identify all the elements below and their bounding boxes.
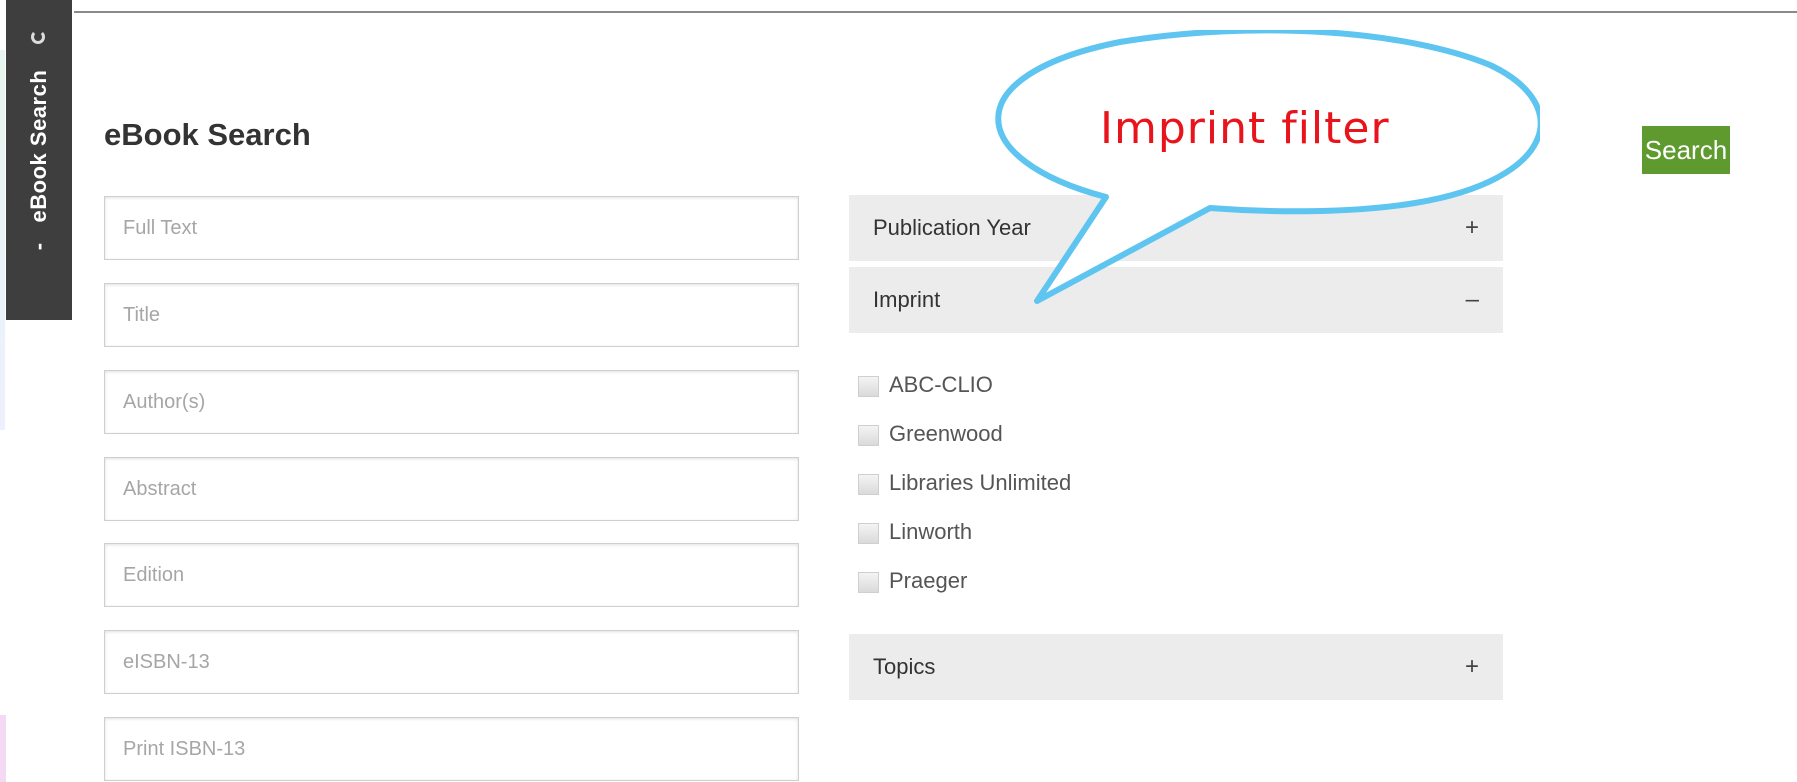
- imprint-option-label: Greenwood: [889, 420, 1003, 446]
- collapse-icon: –: [1465, 286, 1479, 313]
- collapse-glyph: -: [26, 242, 51, 251]
- expand-icon: +: [1464, 214, 1479, 241]
- edge-decoration: [0, 715, 6, 782]
- imprint-option-label: Libraries Unlimited: [889, 469, 1072, 495]
- edition-input[interactable]: [104, 543, 799, 607]
- page-title: eBook Search: [104, 117, 311, 152]
- facet-topics-label: Topics: [873, 654, 936, 679]
- checkbox[interactable]: [858, 375, 879, 397]
- facet-publication-year-label: Publication Year: [873, 215, 1031, 240]
- facet-publication-year[interactable]: Publication Year +: [849, 195, 1503, 261]
- top-divider: [74, 11, 1797, 13]
- abstract-input[interactable]: [104, 457, 799, 521]
- sidebar-tab-label-wrap: - eBook Search: [26, 70, 52, 251]
- imprint-options: ABC-CLIO Greenwood Libraries Unlimited L…: [858, 360, 1071, 605]
- imprint-option-label: Linworth: [889, 518, 973, 544]
- eisbn13-input[interactable]: [104, 630, 799, 694]
- authors-input[interactable]: [104, 370, 799, 434]
- checkbox[interactable]: [858, 522, 879, 544]
- facet-topics[interactable]: Topics +: [849, 634, 1503, 700]
- sidebar-tab-ebook-search[interactable]: - eBook Search: [6, 0, 72, 320]
- full-text-input[interactable]: [104, 196, 799, 260]
- edge-decoration: [0, 50, 5, 430]
- expand-icon: +: [1464, 653, 1479, 680]
- imprint-option[interactable]: Greenwood: [858, 409, 1071, 458]
- imprint-option[interactable]: ABC-CLIO: [858, 360, 1071, 409]
- checkbox[interactable]: [858, 424, 879, 446]
- imprint-option[interactable]: Praeger: [858, 556, 1071, 605]
- checkbox[interactable]: [858, 473, 879, 495]
- refresh-icon[interactable]: [31, 30, 45, 44]
- imprint-option[interactable]: Libraries Unlimited: [858, 458, 1071, 507]
- callout-text: Imprint filter: [1100, 103, 1390, 154]
- search-button[interactable]: Search: [1642, 126, 1730, 174]
- title-input[interactable]: [104, 283, 799, 347]
- imprint-option[interactable]: Linworth: [858, 507, 1071, 556]
- facet-imprint[interactable]: Imprint –: [849, 267, 1503, 333]
- facet-imprint-label: Imprint: [873, 287, 941, 312]
- imprint-option-label: ABC-CLIO: [889, 371, 993, 397]
- imprint-option-label: Praeger: [889, 567, 968, 593]
- checkbox[interactable]: [858, 571, 879, 593]
- print-isbn13-input[interactable]: [104, 717, 799, 781]
- sidebar-tab-label: eBook Search: [26, 69, 51, 223]
